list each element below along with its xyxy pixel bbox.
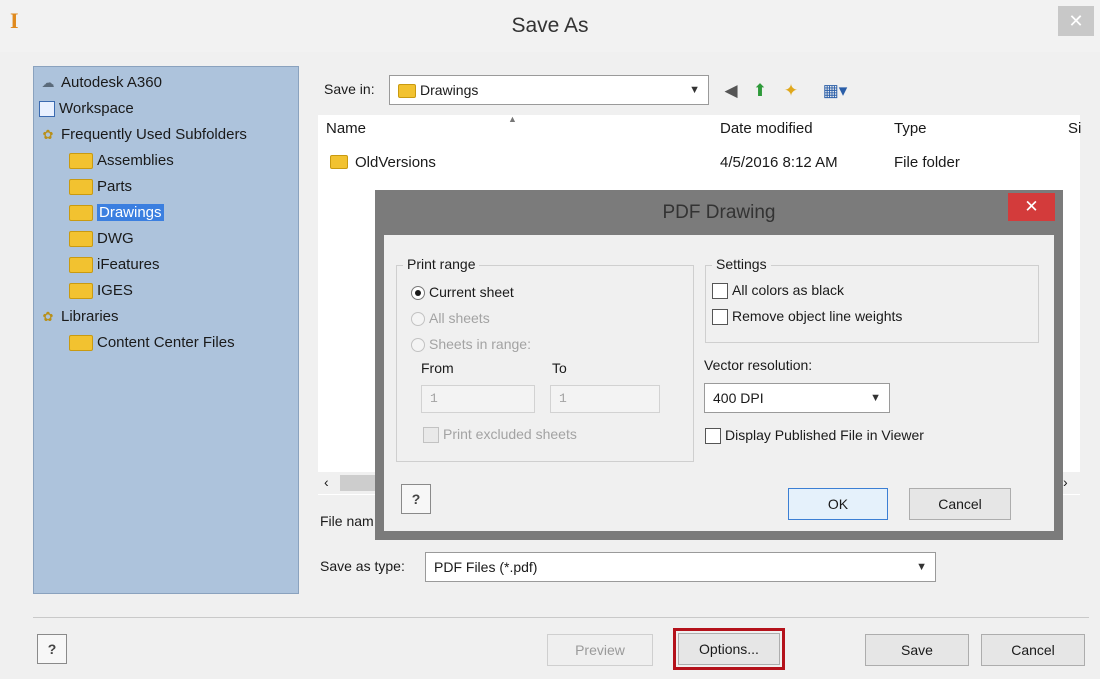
dialog-title: Save As	[511, 14, 589, 37]
from-label: From	[421, 360, 454, 376]
pdf-drawing-dialog: PDF Drawing ✕ Print range Current sheet …	[375, 190, 1063, 540]
chevron-down-icon: ▼	[870, 392, 881, 404]
sidebar-item-autodesk-a360[interactable]: ☁ Autodesk A360	[39, 71, 162, 95]
help-icon: ?	[47, 641, 57, 657]
new-folder-icon[interactable]: ✦	[780, 80, 802, 102]
save-as-type-label: Save as type:	[320, 558, 405, 574]
folder-icon	[69, 257, 93, 274]
checkbox-icon	[705, 428, 721, 445]
checkbox-icon	[712, 283, 728, 300]
table-row[interactable]: OldVersions 4/5/2016 8:12 AM File folder	[318, 148, 1080, 178]
vector-resolution-label: Vector resolution:	[704, 357, 813, 373]
column-header-name[interactable]: Name	[326, 120, 366, 137]
column-header-size[interactable]: Si	[1068, 120, 1081, 137]
remove-line-weights-checkbox[interactable]: Remove object line weights	[712, 308, 902, 326]
workspace-icon	[39, 101, 55, 118]
sidebar-item-content-center-files[interactable]: Content Center Files	[69, 331, 235, 355]
pdf-cancel-button[interactable]: Cancel	[909, 488, 1011, 520]
sidebar-item-drawings[interactable]: Drawings	[69, 201, 164, 225]
to-input[interactable]: 1	[550, 385, 660, 413]
chevron-down-icon: ▼	[916, 561, 927, 573]
cloud-icon: ☁	[41, 75, 55, 91]
help-button[interactable]: ?	[37, 634, 67, 664]
all-colors-black-checkbox[interactable]: All colors as black	[712, 282, 844, 300]
folder-group-icon: ✿	[42, 309, 54, 325]
sidebar-item-iges[interactable]: IGES	[69, 279, 133, 303]
scroll-right-icon[interactable]: ›	[1063, 474, 1068, 490]
ok-button[interactable]: OK	[788, 488, 888, 520]
to-label: To	[552, 360, 567, 376]
radio-selected-icon	[411, 286, 425, 301]
folder-icon	[69, 205, 93, 222]
folder-icon	[330, 155, 348, 169]
print-excluded-sheets-checkbox[interactable]: Print excluded sheets	[423, 426, 577, 444]
options-button[interactable]: Options...	[678, 633, 780, 665]
view-menu-icon[interactable]: ▦▾	[815, 80, 855, 102]
help-icon: ?	[411, 491, 421, 507]
column-header-date-modified[interactable]: Date modified	[720, 120, 813, 137]
close-button[interactable]: ✕	[1058, 6, 1094, 36]
type-cell: File folder	[894, 154, 960, 171]
folder-icon	[69, 335, 93, 352]
column-header-type[interactable]: Type	[894, 120, 927, 137]
sidebar-item-workspace[interactable]: Workspace	[39, 97, 134, 121]
settings-group: Settings All colors as black Remove obje…	[705, 256, 1039, 343]
footer-divider	[33, 617, 1089, 618]
pdf-close-button[interactable]: ✕	[1008, 193, 1055, 221]
cancel-button[interactable]: Cancel	[981, 634, 1085, 666]
save-in-label: Save in:	[324, 81, 375, 97]
checkbox-icon	[423, 427, 439, 444]
date-modified-cell: 4/5/2016 8:12 AM	[720, 154, 838, 171]
sort-arrow-icon: ▲	[508, 114, 517, 124]
folder-icon	[398, 84, 416, 99]
pdf-dialog-body: Print range Current sheet All sheets She…	[384, 235, 1054, 531]
scroll-left-icon[interactable]: ‹	[324, 474, 329, 490]
print-range-title: Print range	[403, 256, 480, 272]
radio-icon	[411, 312, 425, 327]
sidebar-item-dwg[interactable]: DWG	[69, 227, 134, 251]
vector-resolution-dropdown[interactable]: 400 DPI ▼	[704, 383, 890, 413]
up-folder-icon[interactable]: ⬆	[749, 80, 771, 102]
print-range-group: Print range Current sheet All sheets She…	[396, 256, 694, 462]
scrollbar-thumb[interactable]	[340, 475, 380, 491]
settings-title: Settings	[712, 256, 771, 272]
folder-icon	[69, 283, 93, 300]
save-in-dropdown[interactable]: Drawings ▼	[389, 75, 709, 105]
folder-icon	[69, 153, 93, 170]
file-name-label: File nam	[320, 513, 374, 529]
save-as-type-dropdown[interactable]: PDF Files (*.pdf) ▼	[425, 552, 936, 582]
sheets-in-range-radio[interactable]: Sheets in range:	[411, 336, 531, 353]
from-input[interactable]: 1	[421, 385, 535, 413]
all-sheets-radio[interactable]: All sheets	[411, 310, 490, 327]
chevron-down-icon: ▼	[689, 84, 700, 96]
display-in-viewer-checkbox[interactable]: Display Published File in Viewer	[705, 427, 924, 445]
sidebar-item-frequently-used-subfolders[interactable]: ✿ Frequently Used Subfolders	[39, 123, 247, 147]
save-button[interactable]: Save	[865, 634, 969, 666]
folder-icon	[69, 179, 93, 196]
radio-icon	[411, 338, 425, 353]
pdf-help-button[interactable]: ?	[401, 484, 431, 514]
preview-button[interactable]: Preview	[547, 634, 653, 666]
sidebar-item-parts[interactable]: Parts	[69, 175, 132, 199]
file-name-cell: OldVersions	[355, 154, 436, 171]
current-sheet-radio[interactable]: Current sheet	[411, 284, 514, 301]
sidebar-item-ifeatures[interactable]: iFeatures	[69, 253, 160, 277]
back-icon[interactable]: ◀	[720, 80, 742, 102]
folder-icon	[69, 231, 93, 248]
sidebar-item-libraries[interactable]: ✿ Libraries	[39, 305, 119, 329]
checkbox-icon	[712, 309, 728, 326]
locations-sidebar: ☁ Autodesk A360 Workspace ✿ Frequently Use…	[33, 66, 299, 594]
pdf-dialog-title: PDF Drawing	[662, 202, 776, 223]
folder-group-icon: ✿	[42, 127, 54, 143]
sidebar-item-assemblies[interactable]: Assemblies	[69, 149, 174, 173]
